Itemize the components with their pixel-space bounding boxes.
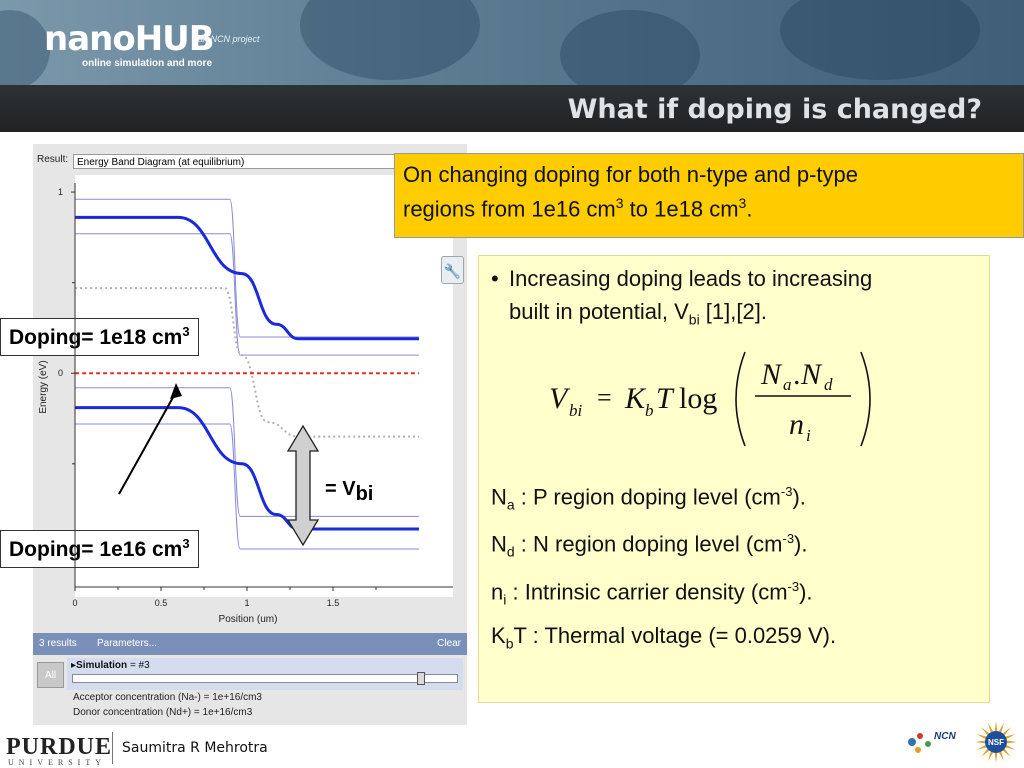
footer: PURDUE UNIVERSITY Saumitra R Mehrotra NC… (0, 721, 1024, 768)
simulation-selector: ▸Simulation = #3 (67, 658, 463, 690)
statement-box: On changing doping for both n-type and p… (394, 153, 1024, 238)
nsf-ray (994, 752, 998, 763)
header-banner: nanoHUB online simulation and more an NC… (0, 0, 1024, 85)
svg-text:a: a (783, 375, 792, 394)
purdue-logo: PURDUE (6, 734, 112, 760)
bullet-line1: Increasing doping leads to increasing (509, 266, 873, 291)
vbi-formula: V bi = K b T log N a . N d n i (549, 351, 871, 447)
wrench-icon[interactable]: 🔧 (441, 256, 464, 284)
svg-text:b: b (645, 401, 654, 420)
simulation-name: Simulation (76, 660, 128, 671)
svg-text:d: d (824, 375, 833, 394)
banner-decoration (0, 10, 50, 85)
svg-text:=: = (597, 383, 612, 412)
banner-decoration (300, 0, 480, 80)
na-definition: Na : P region doping level (cm-3). (491, 484, 806, 513)
result-selector[interactable]: Energy Band Diagram (at equilibrium) (73, 154, 431, 169)
simulation-label: ▸Simulation = #3 (71, 660, 150, 671)
nsf-ray (994, 721, 998, 732)
svg-text:K: K (624, 382, 647, 415)
nanohub-tagline: online simulation and more (82, 58, 213, 69)
svg-text:i: i (806, 426, 811, 445)
nsf-ray (975, 740, 986, 744)
bullet-marker: • (491, 266, 499, 291)
band-line-mid-gap (75, 287, 419, 438)
nanohub-logo: nanoHUB (44, 19, 215, 59)
footer-divider (112, 732, 113, 764)
ncn-project-label: an NCN project (198, 34, 260, 44)
nsf-ray (1002, 748, 1011, 757)
bullet-line2: built in potential, Vbi [1],[2]. (509, 299, 767, 328)
donor-info: Donor concentration (Nd+) = 1e+16/cm3 (73, 707, 253, 718)
banner-decoration (560, 10, 700, 85)
clear-button[interactable]: Clear (437, 633, 461, 655)
slider-knob[interactable] (416, 672, 425, 685)
svg-text:T: T (656, 382, 675, 415)
statement-line1: On changing doping for both n-type and p… (403, 162, 858, 187)
svg-text:N: N (800, 358, 823, 391)
nsf-ray (998, 722, 1005, 733)
nsf-ray (1005, 733, 1016, 740)
nd-definition: Nd : N region doping level (cm-3). (491, 531, 808, 560)
notes-box: • Increasing doping leads to increasing … (478, 255, 990, 703)
nsf-ray (987, 722, 994, 733)
nsf-ray (1005, 744, 1016, 751)
callout-high-doping: Doping= 1e18 cm3 (0, 318, 199, 356)
acceptor-info: Acceptor concentration (Na-) = 1e+16/cm3 (73, 692, 262, 703)
nsf-ray (998, 751, 1005, 762)
svg-text:V: V (549, 382, 571, 415)
banner-decoration (780, 0, 980, 80)
nsf-ray (976, 733, 987, 740)
result-label: Result: (37, 154, 69, 165)
all-button[interactable]: All (37, 662, 64, 688)
svg-text:.: . (793, 358, 801, 391)
nsf-ray (1006, 740, 1017, 744)
ncn-logo: NCN (908, 731, 956, 753)
purdue-university-label: UNIVERSITY (8, 758, 106, 767)
slide-title: What if doping is changed? (567, 94, 982, 125)
author-name: Saumitra R Mehrotra (122, 740, 268, 756)
ni-definition: ni : Intrinsic carrier density (cm-3). (491, 579, 813, 608)
band-line-Ec-faint-upper (75, 198, 419, 338)
nsf-ray (981, 727, 990, 736)
callout-low-doping: Doping= 1e16 cm3 (0, 530, 199, 568)
parameters-link[interactable]: Parameters... (97, 633, 157, 655)
nsf-ray (976, 744, 987, 751)
title-bar: What if doping is changed? (0, 85, 1024, 132)
results-bar: 3 results Parameters... Clear (33, 633, 467, 655)
nsf-ray (1002, 727, 1011, 736)
vbi-label: = Vbi (325, 478, 374, 505)
results-count: 3 results (39, 638, 77, 649)
svg-text:log: log (679, 382, 717, 415)
statement-line2: regions from 1e16 cm3 to 1e18 cm3. (403, 195, 753, 222)
band-line-Ec-low-doping (75, 406, 419, 531)
nsf-ray (981, 748, 990, 757)
simulation-slider[interactable] (72, 672, 458, 685)
nsf-logo: NSF (975, 721, 1017, 763)
svg-text:NCN: NCN (934, 731, 956, 742)
nsf-ray (987, 751, 994, 762)
kbt-definition: KbT : Thermal voltage (= 0.0259 V). (491, 623, 837, 652)
simulation-number: = #3 (129, 660, 150, 671)
svg-text:N: N (760, 358, 783, 391)
svg-text:bi: bi (569, 401, 583, 420)
svg-text:NSF: NSF (988, 738, 1004, 747)
svg-text:n: n (789, 408, 804, 441)
